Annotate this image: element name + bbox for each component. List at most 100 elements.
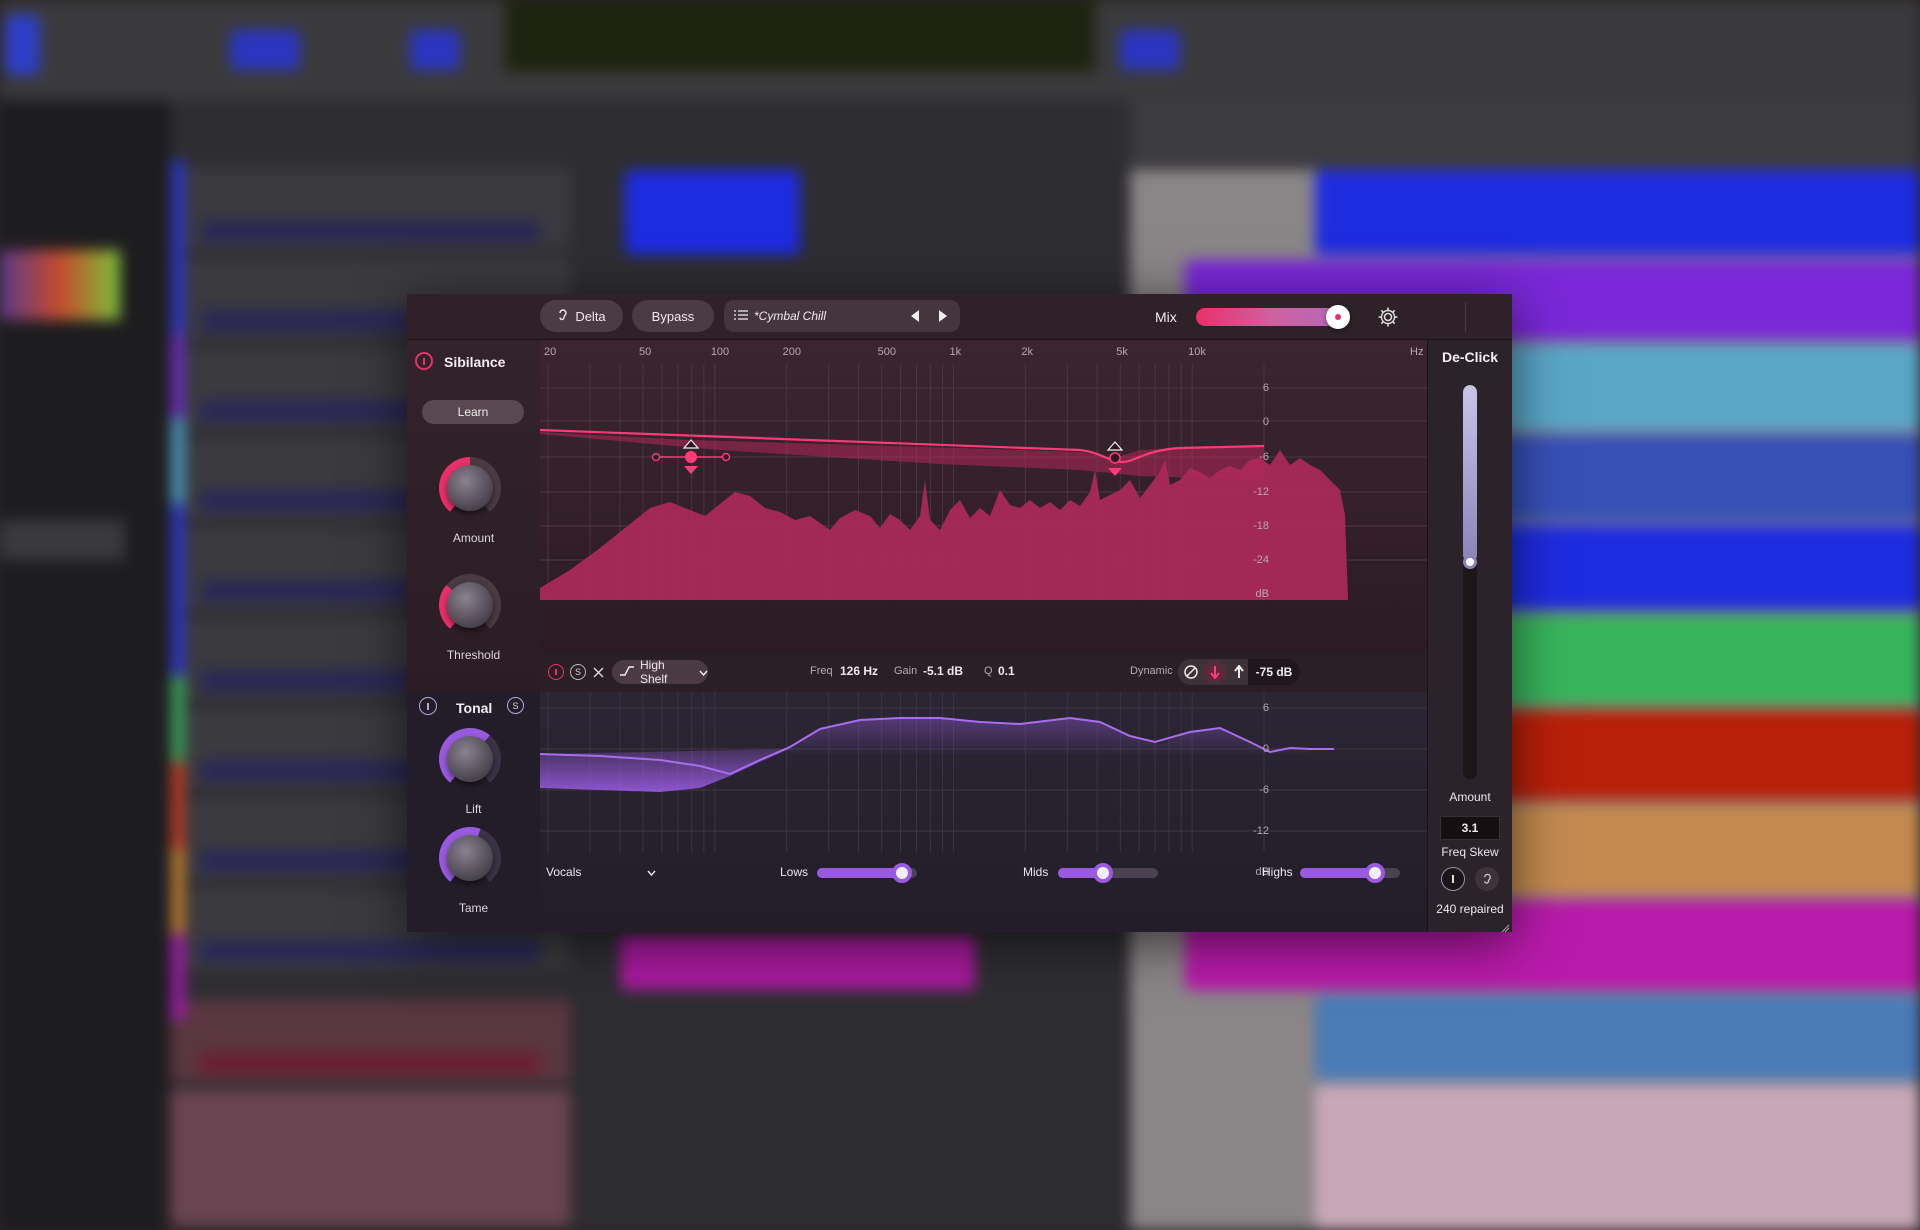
sibilance-power-icon[interactable] xyxy=(415,352,433,370)
lift-knob[interactable] xyxy=(439,728,501,790)
filter-shape-dropdown[interactable]: High Shelf xyxy=(612,658,708,686)
mids-slider[interactable] xyxy=(1058,863,1158,883)
tonal-panel: Tonal S Lift Tame xyxy=(407,692,540,932)
tonal-solo-icon[interactable]: S xyxy=(507,697,524,714)
gain-label: Gain xyxy=(894,665,918,677)
previous-preset-icon[interactable] xyxy=(910,309,920,326)
daw-track xyxy=(170,1000,570,1086)
freq-axis-tick: 5k xyxy=(1116,346,1128,358)
bypass-label: Bypass xyxy=(651,308,695,324)
daw-timeline-ruler xyxy=(1130,100,1920,170)
bypass-button[interactable]: Bypass xyxy=(632,300,714,332)
source-type-value: Vocals xyxy=(546,865,582,879)
freq-axis-tick: 2k xyxy=(1021,346,1033,358)
mix-label: Mix xyxy=(1155,309,1177,325)
tonal-power-icon[interactable] xyxy=(419,697,437,715)
highs-slider[interactable] xyxy=(1300,863,1400,883)
mids-slider-thumb[interactable] xyxy=(1093,863,1113,883)
preset-name: *Cymbal Chill xyxy=(754,309,827,323)
daw-track-colors xyxy=(172,160,184,1020)
divider xyxy=(1465,302,1466,332)
freq-axis-tick: 200 xyxy=(782,346,802,358)
delta-button[interactable]: Delta xyxy=(540,300,623,332)
band-power-icon[interactable] xyxy=(548,664,564,680)
spectrum-plot xyxy=(540,364,1434,600)
settings-gear-icon[interactable] xyxy=(1377,306,1399,333)
db-axis-tick: -24 xyxy=(1253,554,1269,566)
declick-listen-ear-icon[interactable] xyxy=(1475,867,1499,891)
dynamic-mode-group: -75 dB xyxy=(1178,659,1300,685)
dynamic-label: Dynamic xyxy=(1130,665,1173,677)
mix-slider-thumb[interactable] xyxy=(1326,305,1350,329)
band-solo-icon[interactable]: S xyxy=(570,664,586,680)
lows-label: Lows xyxy=(780,865,809,879)
learn-button[interactable]: Learn xyxy=(422,400,524,424)
tonal-title: Tonal xyxy=(456,700,493,716)
db-axis-tick: -6 xyxy=(1259,451,1269,463)
mix-slider[interactable] xyxy=(1196,305,1350,329)
dynamic-threshold-field[interactable]: -75 dB xyxy=(1248,659,1300,685)
plugin-topbar: Delta Bypass *Cymbal Chill Mix xyxy=(407,294,1512,340)
resize-handle-icon[interactable] xyxy=(1501,920,1510,932)
band-delete-icon[interactable] xyxy=(590,664,606,680)
lows-slider-thumb[interactable] xyxy=(892,863,912,883)
gain-value[interactable]: -5.1 dB xyxy=(923,664,963,678)
db-axis-tick: -18 xyxy=(1253,520,1269,532)
daw-track xyxy=(170,168,570,254)
db-axis-tick: 0 xyxy=(1262,416,1269,428)
next-preset-icon[interactable] xyxy=(938,309,948,326)
sibilance-spectrum-graph[interactable]: 20 50 100 200 500 1k 2k 5k 10k Hz 6 0 -6 -12 -18 -24 dB xyxy=(540,340,1434,652)
daw-clip xyxy=(1315,1085,1920,1230)
plugin-window: Delta Bypass *Cymbal Chill Mix Sibilance… xyxy=(407,294,1512,932)
daw-transport-display xyxy=(505,0,1095,72)
delta-label: Delta xyxy=(575,308,606,324)
dynamic-threshold-value: -75 dB xyxy=(1255,665,1293,679)
daw-mixer-meters xyxy=(0,250,120,320)
db-axis-tick: 6 xyxy=(1262,382,1269,394)
tonal-db-axis-tick: 6 xyxy=(1262,702,1269,714)
daw-tool xyxy=(1120,30,1180,70)
threshold-knob[interactable] xyxy=(439,574,501,636)
declick-power-icon[interactable] xyxy=(1441,867,1465,891)
daw-clip xyxy=(625,170,800,255)
freq-skew-value: 3.1 xyxy=(1461,821,1479,835)
amount-knob[interactable] xyxy=(439,457,501,519)
preset-selector[interactable]: *Cymbal Chill xyxy=(724,300,960,332)
dynamic-down-icon[interactable] xyxy=(1204,661,1226,683)
freq-value[interactable]: 126 Hz xyxy=(840,664,878,678)
freq-axis-tick: 10k xyxy=(1188,346,1206,358)
sibilance-panel: Sibilance Learn Amount Threshold xyxy=(407,340,540,692)
freq-skew-field[interactable]: 3.1 xyxy=(1440,816,1500,840)
lows-slider[interactable] xyxy=(817,863,917,883)
dynamic-up-icon[interactable] xyxy=(1230,663,1248,681)
tonal-curve-plot xyxy=(540,692,1434,852)
sibilance-title: Sibilance xyxy=(444,354,506,370)
dynamic-off-icon[interactable] xyxy=(1182,663,1200,681)
tonal-balance-graph[interactable]: 6 0 -6 -12 dB Vocals Lows Mids Highs xyxy=(540,692,1434,932)
daw-browser-item xyxy=(0,520,125,560)
tonal-db-axis-tick: -12 xyxy=(1253,825,1269,837)
source-type-dropdown[interactable]: Vocals xyxy=(546,862,656,882)
highs-slider-thumb[interactable] xyxy=(1365,863,1385,883)
q-value[interactable]: 0.1 xyxy=(998,664,1015,678)
tonal-high-fill xyxy=(790,718,1310,754)
daw-clip xyxy=(620,935,975,990)
declick-amount-slider[interactable] xyxy=(1463,385,1477,779)
repaired-count: 240 repaired xyxy=(1436,902,1504,916)
chevron-down-icon xyxy=(699,665,708,679)
tame-knob[interactable] xyxy=(439,827,501,889)
mids-label: Mids xyxy=(1023,865,1049,879)
daw-tool xyxy=(5,15,40,75)
q-label: Q xyxy=(984,665,993,677)
highs-label: Highs xyxy=(1262,865,1293,879)
freq-skew-label: Freq Skew xyxy=(1441,845,1499,859)
tonal-db-axis-tick: -6 xyxy=(1259,784,1269,796)
high-shelf-icon xyxy=(620,665,634,679)
daw-clip xyxy=(1315,170,1920,255)
lows-slider-fill xyxy=(817,868,902,878)
daw-tool xyxy=(410,30,460,70)
preset-list-icon xyxy=(734,309,748,324)
daw-clip xyxy=(1315,995,1920,1080)
declick-panel: De-Click Amount 3.1 Freq Skew 240 repair… xyxy=(1427,340,1512,932)
freq-axis-tick: 20 xyxy=(544,346,557,358)
